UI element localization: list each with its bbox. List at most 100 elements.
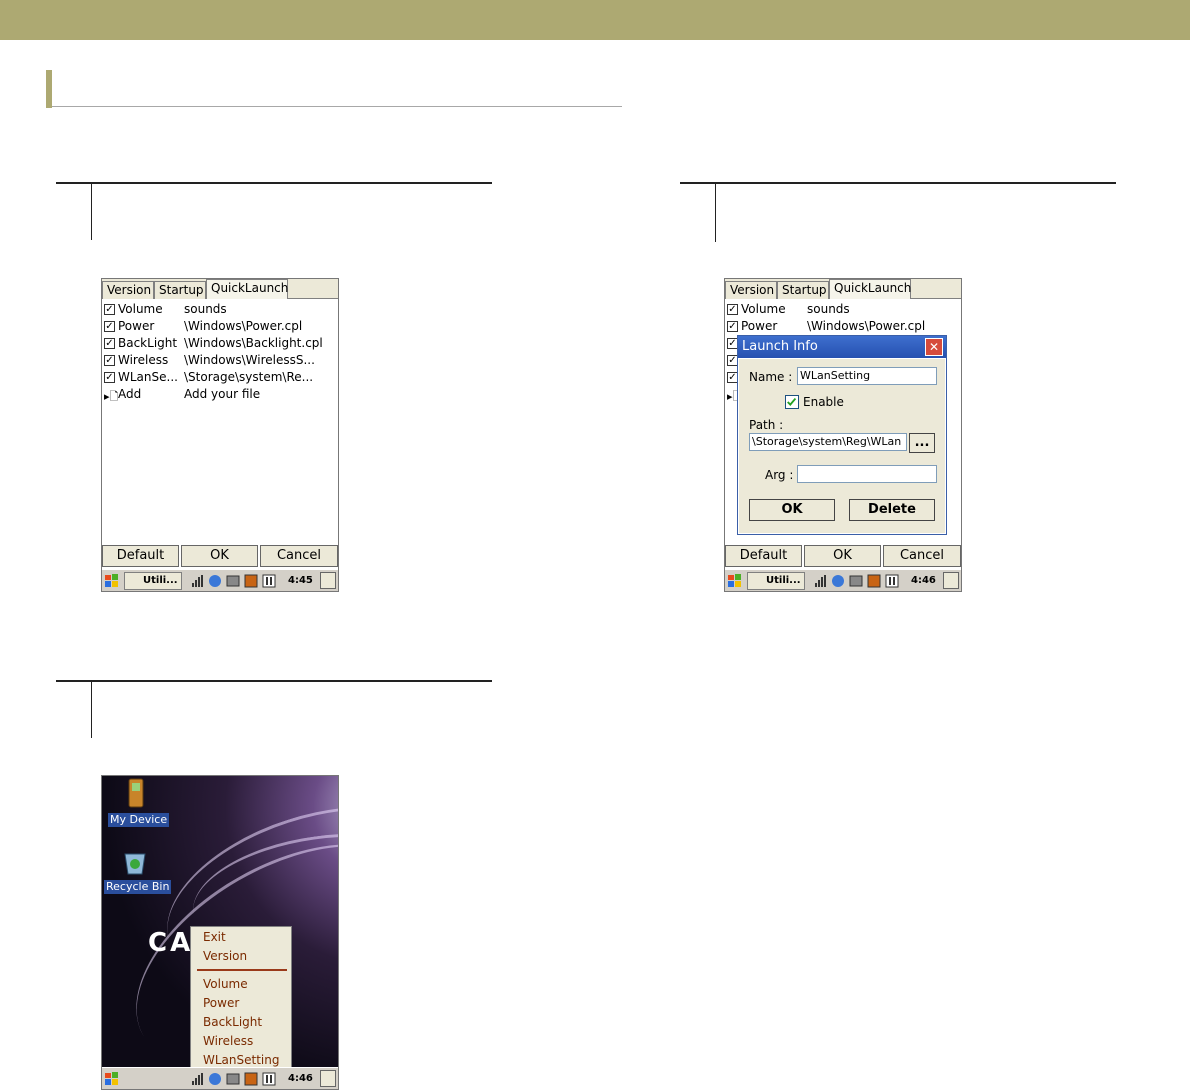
my-device-label[interactable]: My Device [108,813,170,827]
list-item-add[interactable]: ▸🗋 Add Add your file [102,386,338,403]
battery-icon[interactable] [867,574,881,588]
tray-context-menu: Exit Version Volume Power BackLight Wire… [190,926,292,1069]
tab-startup[interactable]: Startup [777,281,829,299]
cancel-button[interactable]: Cancel [883,545,961,567]
menu-item-version[interactable]: Version [203,948,247,964]
menu-item-power[interactable]: Power [203,995,239,1011]
item-name: Volume [741,302,786,316]
checkmark-icon [787,397,797,406]
enable-checkbox[interactable] [785,395,799,409]
launch-info-dialog: Launch Info ✕ Name : WLanSetting Enable … [737,335,947,535]
item-path: \Windows\Power.cpl [807,319,926,333]
menu-item-exit[interactable]: Exit [203,929,226,945]
input-panel-icon[interactable] [262,574,276,588]
clock: 4:46 [288,1073,313,1084]
tab-quicklaunch[interactable]: QuickLaunch [206,279,288,299]
checkbox-checked-icon[interactable]: ✓ [104,321,115,332]
show-desktop-button[interactable] [943,572,959,589]
new-file-icon: ▸🗋 [104,390,119,403]
path-input[interactable]: \Storage\system\Reg\WLan [749,433,907,451]
tab-startup[interactable]: Startup [154,281,206,299]
item-path: Add your file [184,387,261,401]
item-name: Power [741,319,778,333]
screenshot-quicklaunch-list: Version Startup QuickLaunch ✓ Volume sou… [101,278,339,592]
browse-button[interactable]: ... [909,433,935,453]
signal-icon[interactable] [190,1072,204,1086]
item-path: \Windows\WirelessS... [184,353,315,367]
taskbar-app-button[interactable]: Utili... [124,572,182,590]
windows-start-icon[interactable] [104,1071,120,1087]
recycle-bin-label[interactable]: Recycle Bin [104,880,172,894]
tab-quicklaunch[interactable]: QuickLaunch [829,279,911,299]
name-label: Name : [749,370,793,384]
dialog-delete-button[interactable]: Delete [849,499,935,521]
list-item[interactable]: ✓ Wireless \Windows\WirelessS... [102,352,338,369]
signal-icon[interactable] [190,574,204,588]
item-path: \Storage\system\Re... [184,370,314,384]
section-marker [46,70,52,108]
checkbox-checked-icon[interactable]: ✓ [104,355,115,366]
windows-start-icon[interactable] [727,573,743,589]
item-path: \Windows\Power.cpl [184,319,303,333]
taskbar: Utili... 4:45 [102,569,338,591]
ok-button[interactable]: OK [804,545,881,567]
show-desktop-button[interactable] [320,1070,336,1087]
name-input[interactable]: WLanSetting [797,367,937,385]
network-globe-icon[interactable] [831,574,845,588]
menu-item-backlight[interactable]: BackLight [203,1014,262,1030]
item-name: WLanSe... [118,370,178,384]
close-icon[interactable]: ✕ [925,338,943,356]
my-device-icon[interactable] [126,778,146,808]
menu-item-wireless[interactable]: Wireless [203,1033,253,1049]
step-bracket-3 [56,680,492,682]
default-button[interactable]: Default [725,545,802,567]
arg-input[interactable] [797,465,937,483]
tab-version[interactable]: Version [102,281,154,299]
signal-icon[interactable] [813,574,827,588]
checkbox-checked-icon[interactable]: ✓ [104,338,115,349]
button-bar: Default OK Cancel [725,545,961,567]
input-panel-icon[interactable] [262,1072,276,1086]
list-item[interactable]: ✓ Power \Windows\Power.cpl [725,318,961,335]
tab-bar: Version Startup QuickLaunch [102,279,338,299]
network-globe-icon[interactable] [208,1072,222,1086]
list-item[interactable]: ✓ Volume sounds [725,301,961,318]
input-panel-icon[interactable] [885,574,899,588]
arg-label: Arg : [765,468,794,482]
keyboard-icon[interactable] [226,574,240,588]
keyboard-icon[interactable] [849,574,863,588]
menu-item-wlansetting[interactable]: WLanSetting [203,1052,279,1068]
battery-icon[interactable] [244,574,258,588]
step-bracket-2-side [715,183,716,242]
dialog-ok-button[interactable]: OK [749,499,835,521]
cancel-button[interactable]: Cancel [260,545,338,567]
checkbox-checked-icon[interactable]: ✓ [727,321,738,332]
item-name: Wireless [118,353,169,367]
default-button[interactable]: Default [102,545,179,567]
windows-start-icon[interactable] [104,573,120,589]
ok-button[interactable]: OK [181,545,258,567]
item-name: Power [118,319,155,333]
tab-version[interactable]: Version [725,281,777,299]
battery-icon[interactable] [244,1072,258,1086]
menu-item-volume[interactable]: Volume [203,976,248,992]
show-desktop-button[interactable] [320,572,336,589]
list-item[interactable]: ✓ WLanSe... \Storage\system\Re... [102,369,338,386]
checkbox-checked-icon[interactable]: ✓ [104,304,115,315]
screenshot-launch-info: Version Startup QuickLaunch ✓ Volume sou… [724,278,962,592]
item-name: Volume [118,302,163,316]
recycle-bin-icon[interactable] [120,846,150,876]
list-item[interactable]: ✓ Power \Windows\Power.cpl [102,318,338,335]
taskbar-app-button[interactable]: Utili... [747,572,805,590]
page-header-bar [0,0,1190,40]
checkbox-checked-icon[interactable]: ✓ [727,304,738,315]
network-globe-icon[interactable] [208,574,222,588]
section-rule [52,106,622,107]
list-item[interactable]: ✓ BackLight \Windows\Backlight.cpl [102,335,338,352]
keyboard-icon[interactable] [226,1072,240,1086]
screenshot-desktop-menu: My Device Recycle Bin CA LL Exit Version… [101,775,339,1090]
step-bracket-2 [680,182,1116,184]
step-bracket-3-side [91,681,92,738]
list-item[interactable]: ✓ Volume sounds [102,301,338,318]
checkbox-checked-icon[interactable]: ✓ [104,372,115,383]
